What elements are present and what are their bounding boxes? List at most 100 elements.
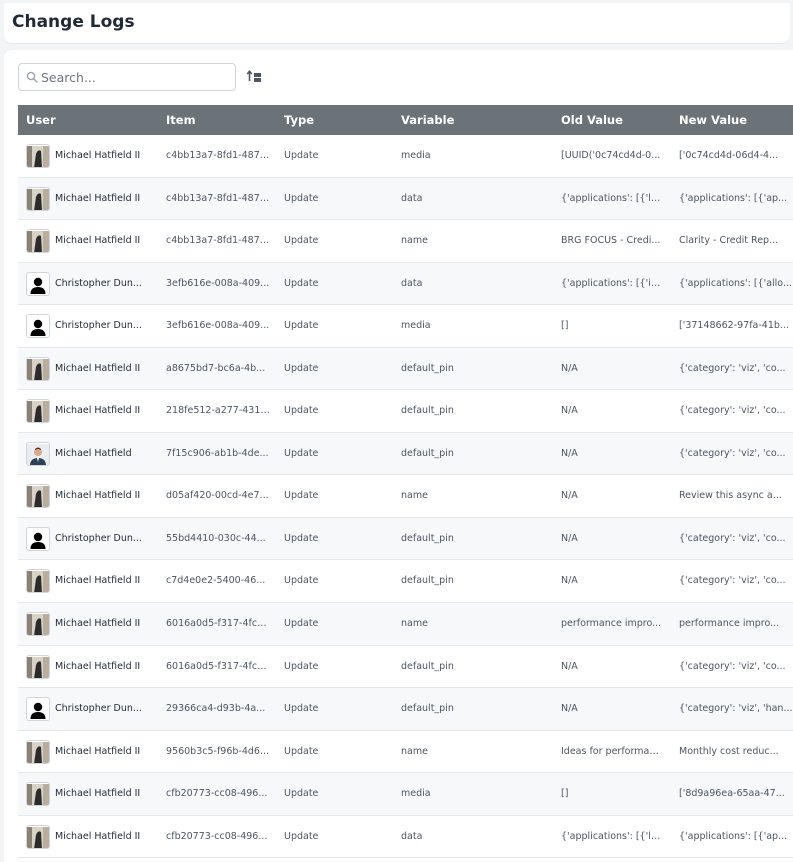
table-row[interactable]: Michael Hatfield II c4bb13a7-8fd1-4875...… [18, 177, 793, 221]
item-id: 6016a0d5-f317-4fc4-... [166, 618, 270, 630]
item-id: a8675bd7-bc6a-4b... [166, 362, 266, 374]
table-row[interactable]: Michael Hatfield II d05af420-00cd-4e7... U… [18, 475, 793, 518]
column-header-new-value[interactable]: New Value [679, 105, 747, 135]
item-id: d05af420-00cd-4e7... [166, 490, 269, 502]
user-cell: Michael Hatfield [26, 433, 160, 475]
old-value: performance impro... [561, 618, 662, 630]
user-name: Michael Hatfield II [55, 618, 141, 630]
change-type: Update [284, 235, 319, 247]
variable-name: data [401, 277, 423, 289]
table-row[interactable]: Michael Hatfield II cfb20773-cc08-496... U… [18, 773, 793, 816]
item-id: 29366ca4-d93b-4a... [166, 703, 266, 715]
variable-name: media [401, 150, 431, 161]
old-value: N/A [561, 575, 578, 587]
new-value: Monthly cost reduc... [679, 745, 779, 757]
column-header-variable[interactable]: Variable [401, 105, 454, 135]
user-cell: Michael Hatfield II [26, 560, 160, 602]
table-row[interactable]: Michael Hatfield II cfb20773-cc08-496... U… [18, 816, 793, 859]
table-row[interactable]: Michael Hatfield II 9560b3c5-f96b-4d6... U… [18, 731, 793, 774]
item-id: 6016a0d5-f317-4fc4-... [166, 660, 270, 672]
user-name: Michael Hatfield II [55, 192, 141, 204]
change-type: Update [284, 618, 319, 630]
new-value: {'category': 'viz', 'co... [679, 447, 786, 459]
table-row[interactable]: Michael Hatfield II a8675bd7-bc6a-4b... Up… [18, 347, 793, 391]
change-type: Update [284, 447, 319, 459]
table-row[interactable]: Michael Hatfield II c4bb13a7-8fd1-4875...… [18, 135, 793, 178]
table-header: User Item Type Variable Old Value New Va… [18, 105, 793, 135]
change-type: Update [284, 532, 319, 544]
table-row[interactable]: Michael Hatfield II 218fe512-a277-431a-..… [18, 390, 793, 433]
variable-name: name [401, 745, 428, 757]
item-id: c4bb13a7-8fd1-4875... [166, 150, 270, 161]
search-box[interactable] [18, 63, 236, 91]
table-row[interactable]: Michael Hatfield II 6016a0d5-f317-4fc4-..… [18, 603, 793, 646]
column-header-item[interactable]: Item [166, 105, 196, 135]
table-row[interactable]: Michael Hatfield 7f15c906-ab1b-4de... Upda… [18, 432, 793, 476]
column-header-type[interactable]: Type [284, 105, 314, 135]
user-name: Michael Hatfield II [55, 150, 141, 161]
variable-name: default_pin [401, 575, 454, 587]
user-cell: Michael Hatfield II [26, 220, 160, 262]
user-cell: Michael Hatfield II [26, 773, 160, 815]
table-row[interactable]: Christopher Dun... 55bd4410-030c-44... Upd… [18, 517, 793, 561]
avatar [26, 441, 50, 466]
search-icon [26, 71, 38, 83]
table-row[interactable]: Michael Hatfield II c4bb13a7-8fd1-4875...… [18, 220, 793, 263]
user-name: Christopher Dun... [55, 320, 142, 332]
variable-name: media [401, 788, 431, 800]
user-cell: Christopher Dun... [26, 305, 160, 347]
column-header-old-value[interactable]: Old Value [561, 105, 623, 135]
new-value: {'category': 'viz', 'han... [679, 703, 793, 715]
table-row[interactable]: Christopher Dun... 3efb616e-008a-409... Up… [18, 305, 793, 348]
table-row[interactable]: Christopher Dun... 29366ca4-d93b-4a... Upd… [18, 688, 793, 731]
user-name: Christopher Dun... [55, 703, 142, 715]
variable-name: name [401, 235, 428, 247]
sort-icon[interactable] [246, 69, 262, 85]
variable-name: default_pin [401, 405, 454, 417]
change-type: Update [284, 830, 319, 842]
old-value: Ideas for performan... [561, 745, 663, 757]
change-log-panel: User Item Type Variable Old Value New Va… [4, 50, 793, 862]
new-value: ['37148662-97fa-41b... [679, 320, 789, 332]
item-id: c7d4e0e2-5400-46... [166, 575, 266, 587]
table-row[interactable]: Christopher Dun... 3efb616e-008a-409... Up… [18, 262, 793, 306]
change-type: Update [284, 745, 319, 757]
variable-name: data [401, 192, 423, 204]
avatar [26, 144, 50, 168]
user-cell: Christopher Dun... [26, 688, 160, 730]
column-header-user[interactable]: User [26, 105, 56, 135]
old-value: [UUID('0c74cd4d-0... [561, 150, 661, 161]
table-row[interactable]: Michael Hatfield II c7d4e0e2-5400-46... Up… [18, 560, 793, 604]
item-id: 7f15c906-ab1b-4de... [166, 447, 269, 459]
old-value: N/A [561, 660, 578, 672]
variable-name: default_pin [401, 532, 454, 544]
new-value: {'category': 'viz', 'co... [679, 362, 786, 374]
old-value: N/A [561, 362, 578, 374]
item-id: cfb20773-cc08-496... [166, 788, 268, 800]
new-value: {'category': 'viz', 'co... [679, 660, 786, 672]
user-cell: Michael Hatfield II [26, 390, 160, 432]
user-cell: Michael Hatfield II [26, 816, 160, 858]
avatar [26, 569, 50, 594]
new-value: ['0c74cd4d-06d4-4... [679, 150, 779, 161]
user-name: Michael Hatfield II [55, 830, 141, 842]
user-cell: Michael Hatfield II [26, 731, 160, 773]
table-row[interactable]: Michael Hatfield II 6016a0d5-f317-4fc4-..… [18, 646, 793, 689]
page-header: Change Logs [4, 3, 790, 43]
user-cell: Christopher Dun... [26, 263, 160, 305]
old-value: N/A [561, 447, 578, 459]
old-value: N/A [561, 405, 578, 417]
avatar [26, 186, 50, 211]
user-cell: Michael Hatfield II [26, 178, 160, 220]
change-type: Update [284, 575, 319, 587]
search-input[interactable] [41, 66, 231, 88]
item-id: cfb20773-cc08-496... [166, 830, 268, 842]
new-value: Review this async a... [679, 490, 782, 502]
item-id: 218fe512-a277-431a-... [166, 405, 270, 417]
avatar [26, 271, 50, 296]
old-value: [] [561, 320, 569, 332]
old-value: {'applications': [{'id':... [561, 277, 663, 289]
avatar [26, 229, 50, 254]
item-id: c4bb13a7-8fd1-4875... [166, 235, 270, 247]
user-name: Christopher Dun... [55, 277, 142, 289]
